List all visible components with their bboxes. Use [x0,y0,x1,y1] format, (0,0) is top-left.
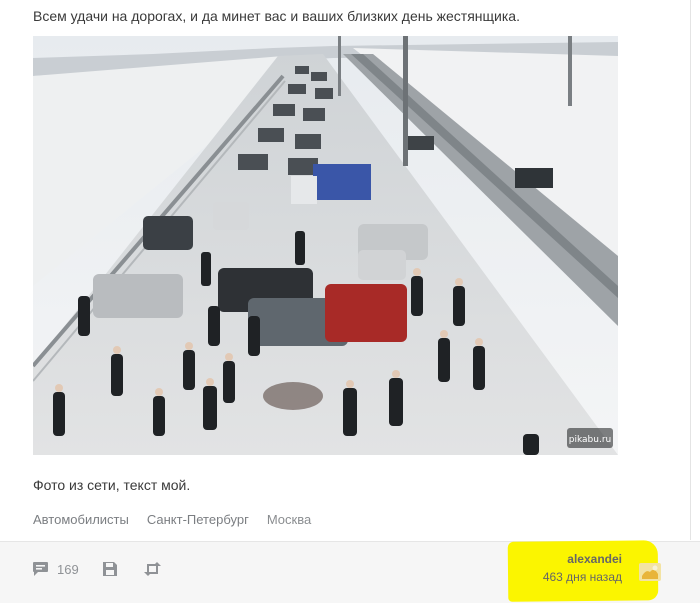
post-photo[interactable]: pikabu.ru [33,36,618,455]
post-intro-text: Всем удачи на дорогах, и да минет вас и … [33,8,520,24]
content-border [690,0,691,540]
tag-item[interactable]: Москва [267,512,311,528]
comment-icon [33,562,48,576]
post-time: 463 дня назад [542,570,622,584]
author-name[interactable]: alexandei [520,552,622,567]
author-block: alexandei 463 дня назад [520,552,622,585]
save-button[interactable] [102,558,118,580]
repost-icon [144,562,161,576]
tag-item[interactable]: Автомобилисты [33,512,129,528]
tag-item[interactable]: Санкт-Петербург [147,512,249,528]
author-avatar[interactable] [639,563,661,581]
crash-scene-image: pikabu.ru [33,36,618,455]
watermark-text: pikabu.ru [569,435,611,445]
post-page: Всем удачи на дорогах, и да минет вас и … [0,0,700,603]
post-caption: Фото из сети, текст мой. [33,477,191,493]
comments-count: 169 [57,561,79,577]
save-icon [103,562,117,576]
tag-list: Автомобилисты Санкт-Петербург Москва [33,512,311,528]
comments-button[interactable]: 169 [32,558,79,580]
share-button[interactable] [143,558,162,580]
